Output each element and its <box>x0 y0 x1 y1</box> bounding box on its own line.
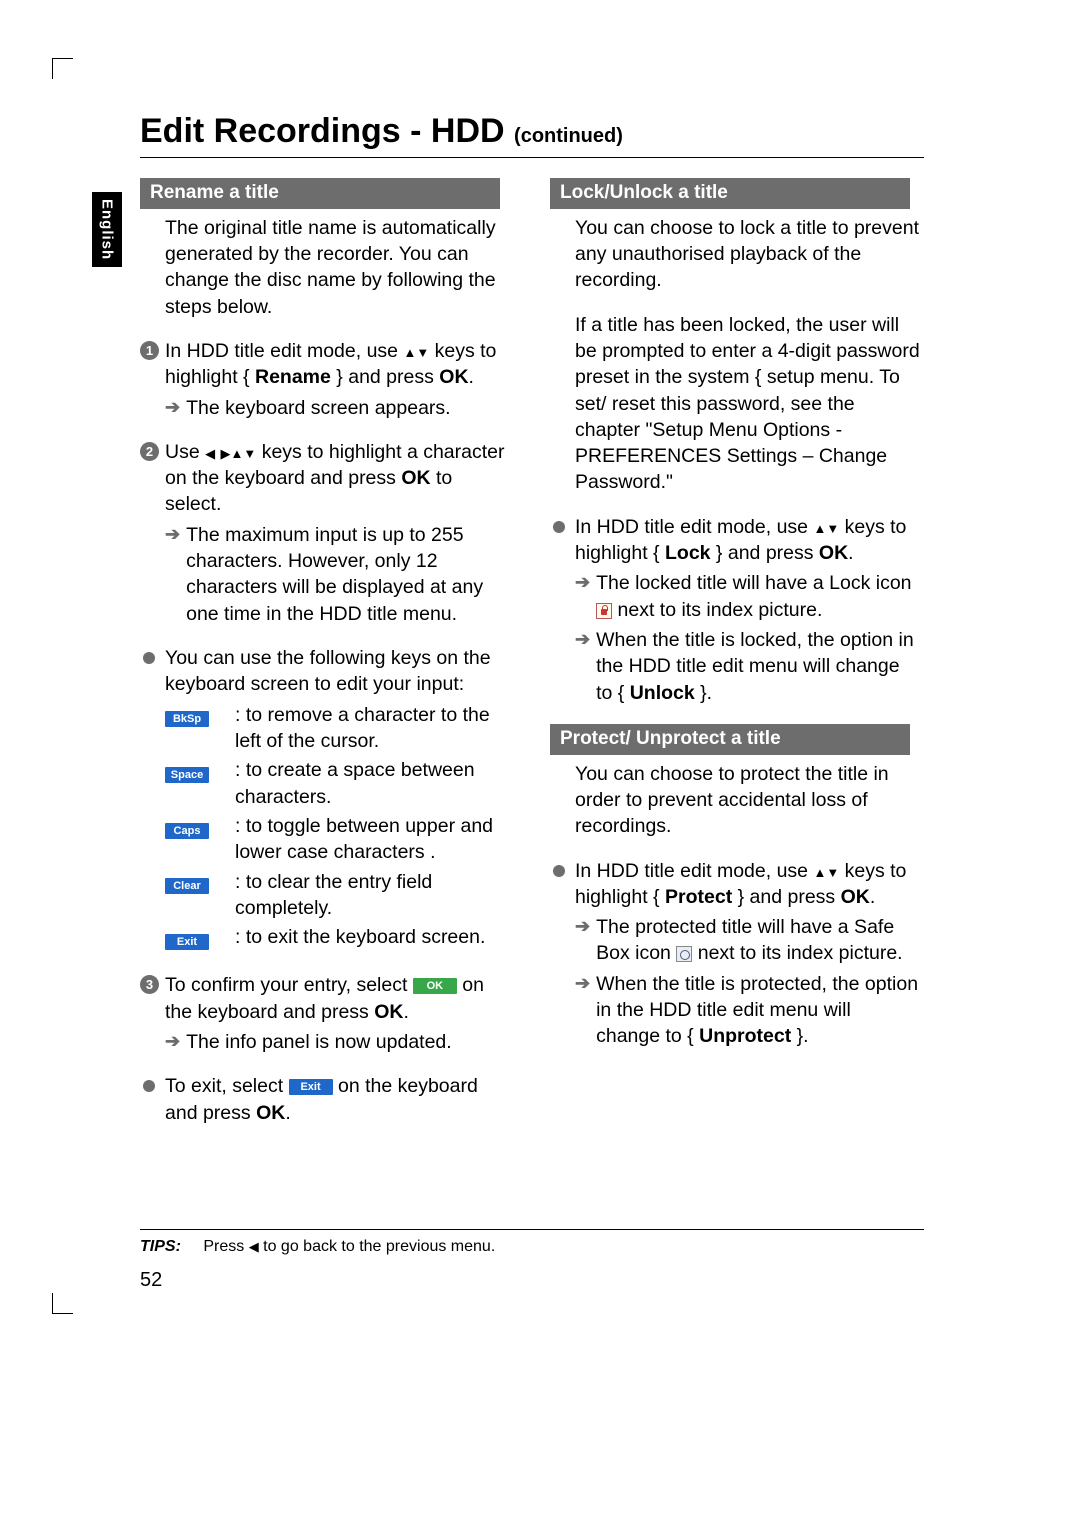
keycap-caps: Caps <box>165 823 209 839</box>
left-icon <box>249 1238 259 1255</box>
result-arrow-icon: ➔ <box>575 570 590 594</box>
up-icon <box>813 860 826 882</box>
step-marker-2: 2 <box>140 442 159 461</box>
lock-password-note: If a title has been locked, the user wil… <box>575 312 920 496</box>
language-label: English <box>99 199 116 260</box>
page-number: 52 <box>140 1269 162 1292</box>
step-1: 1 In HDD title edit mode, use keys to hi… <box>140 338 510 391</box>
keycap-exit-inline: Exit <box>289 1079 333 1095</box>
up-icon <box>813 516 826 538</box>
step-3: 3 To confirm your entry, select OK on th… <box>140 972 510 1025</box>
key-row: Clear : to clear the entry field complet… <box>165 869 510 922</box>
down-icon <box>243 441 256 463</box>
title-main: Edit Recordings - HDD <box>140 112 505 150</box>
page-title: Edit Recordings - HDD (continued) <box>140 112 924 158</box>
section-rename: Rename a title <box>140 178 500 209</box>
step-2: 2 Use keys to highlight a character on t… <box>140 439 510 518</box>
section-lock: Lock/Unlock a title <box>550 178 910 209</box>
keycap-space: Space <box>165 767 209 783</box>
title-continued: (continued) <box>514 125 623 147</box>
lock-icon <box>596 603 612 619</box>
down-icon <box>416 340 429 362</box>
safebox-icon <box>676 946 692 962</box>
result-arrow-icon: ➔ <box>165 522 180 546</box>
keycap-exit: Exit <box>165 934 209 950</box>
section-protect: Protect/ Unprotect a title <box>550 724 910 755</box>
result-arrow-icon: ➔ <box>575 914 590 938</box>
step-marker-1: 1 <box>140 341 159 360</box>
bullet-lock: In HDD title edit mode, use keys to high… <box>550 514 920 567</box>
key-table: BkSp : to remove a character to the left… <box>165 702 510 955</box>
left-icon <box>205 441 215 463</box>
right-icon <box>221 441 231 463</box>
right-column: Lock/Unlock a title You can choose to lo… <box>550 178 920 1130</box>
result-arrow-icon: ➔ <box>165 395 180 419</box>
bullet-icon <box>553 521 565 533</box>
language-tab: English <box>92 192 122 267</box>
tips-label: TIPS: <box>140 1238 181 1255</box>
key-row: Exit : to exit the keyboard screen. <box>165 924 510 954</box>
crop-mark-bottom-left <box>52 1293 73 1314</box>
protect-intro: You can choose to protect the title in o… <box>575 761 920 840</box>
down-icon <box>826 860 839 882</box>
bullet-keyboard-keys: You can use the following keys on the ke… <box>140 645 510 698</box>
bullet-icon <box>143 652 155 664</box>
bullet-protect: In HDD title edit mode, use keys to high… <box>550 858 920 911</box>
bullet-exit: To exit, select Exit on the keyboard and… <box>140 1073 510 1126</box>
step-marker-3: 3 <box>140 975 159 994</box>
up-icon <box>403 340 416 362</box>
keycap-bksp: BkSp <box>165 711 209 727</box>
down-icon <box>826 516 839 538</box>
bullet-icon <box>553 865 565 877</box>
tips-footer: TIPS: Press to go back to the previous m… <box>140 1229 924 1256</box>
keycap-ok: OK <box>413 978 457 994</box>
key-row: Space : to create a space between charac… <box>165 757 510 810</box>
result-arrow-icon: ➔ <box>575 971 590 995</box>
bullet-icon <box>143 1080 155 1092</box>
keycap-clear: Clear <box>165 878 209 894</box>
key-row: Caps : to toggle between upper and lower… <box>165 813 510 866</box>
up-icon <box>231 441 244 463</box>
rename-intro: The original title name is automatically… <box>165 215 510 320</box>
left-column: Rename a title The original title name i… <box>140 178 510 1130</box>
result-arrow-icon: ➔ <box>575 627 590 651</box>
lock-intro: You can choose to lock a title to preven… <box>575 215 920 294</box>
key-row: BkSp : to remove a character to the left… <box>165 702 510 755</box>
crop-mark-top-left <box>52 58 73 79</box>
result-arrow-icon: ➔ <box>165 1029 180 1053</box>
